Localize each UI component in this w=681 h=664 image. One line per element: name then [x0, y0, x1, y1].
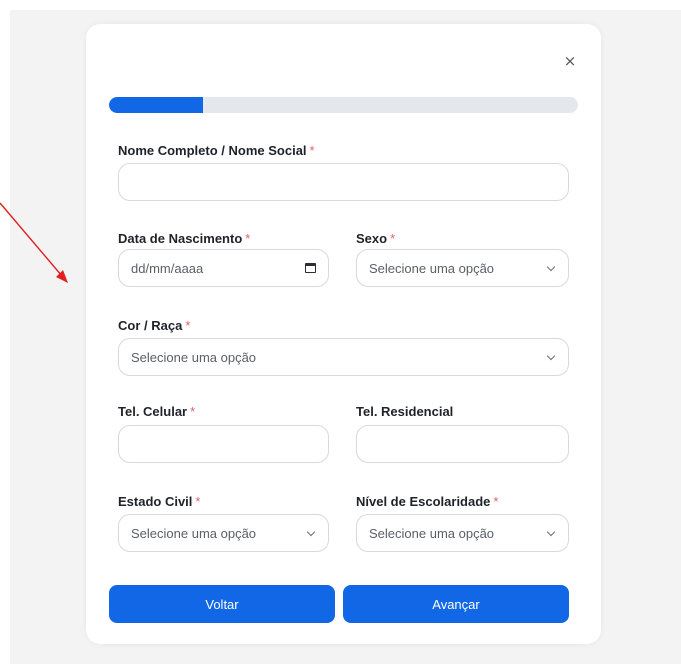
tel-residencial-label: Tel. Residencial — [356, 404, 454, 419]
tel-residencial-input[interactable] — [356, 425, 569, 463]
data-nascimento-label: Data de Nascimento * — [118, 231, 251, 246]
estado-civil-select[interactable]: Selecione uma opção — [118, 514, 329, 552]
sexo-select[interactable]: Selecione uma opção — [356, 249, 569, 287]
back-button[interactable]: Voltar — [109, 585, 335, 623]
required-marker: * — [309, 143, 315, 158]
cor-raca-select[interactable]: Selecione uma opção — [118, 338, 569, 376]
nome-label: Nome Completo / Nome Social * — [118, 143, 315, 158]
data-nascimento-placeholder: dd/mm/aaaa — [131, 260, 204, 276]
sexo-label: Sexo * — [356, 231, 396, 246]
required-marker: * — [190, 404, 196, 419]
calendar-icon[interactable] — [305, 263, 316, 273]
chevron-down-icon — [546, 528, 556, 538]
required-marker: * — [390, 231, 396, 246]
escolaridade-select[interactable]: Selecione uma opção — [356, 514, 569, 552]
required-marker: * — [493, 494, 499, 509]
required-marker: * — [185, 318, 191, 333]
next-button[interactable]: Avançar — [343, 585, 569, 623]
required-marker: * — [195, 494, 201, 509]
progress-fill — [109, 97, 203, 113]
estado-civil-label: Estado Civil * — [118, 494, 201, 509]
progress-bar — [109, 97, 578, 113]
tel-celular-input[interactable] — [118, 425, 329, 463]
required-marker: * — [245, 231, 251, 246]
chevron-down-icon — [546, 352, 556, 362]
nome-input[interactable] — [118, 163, 569, 201]
chevron-down-icon — [306, 528, 316, 538]
tel-celular-label: Tel. Celular * — [118, 404, 196, 419]
close-icon[interactable]: × — [562, 52, 578, 70]
chevron-down-icon — [546, 263, 556, 273]
data-nascimento-input[interactable]: dd/mm/aaaa — [118, 249, 329, 287]
cor-raca-label: Cor / Raça * — [118, 318, 191, 333]
escolaridade-label: Nível de Escolaridade * — [356, 494, 499, 509]
